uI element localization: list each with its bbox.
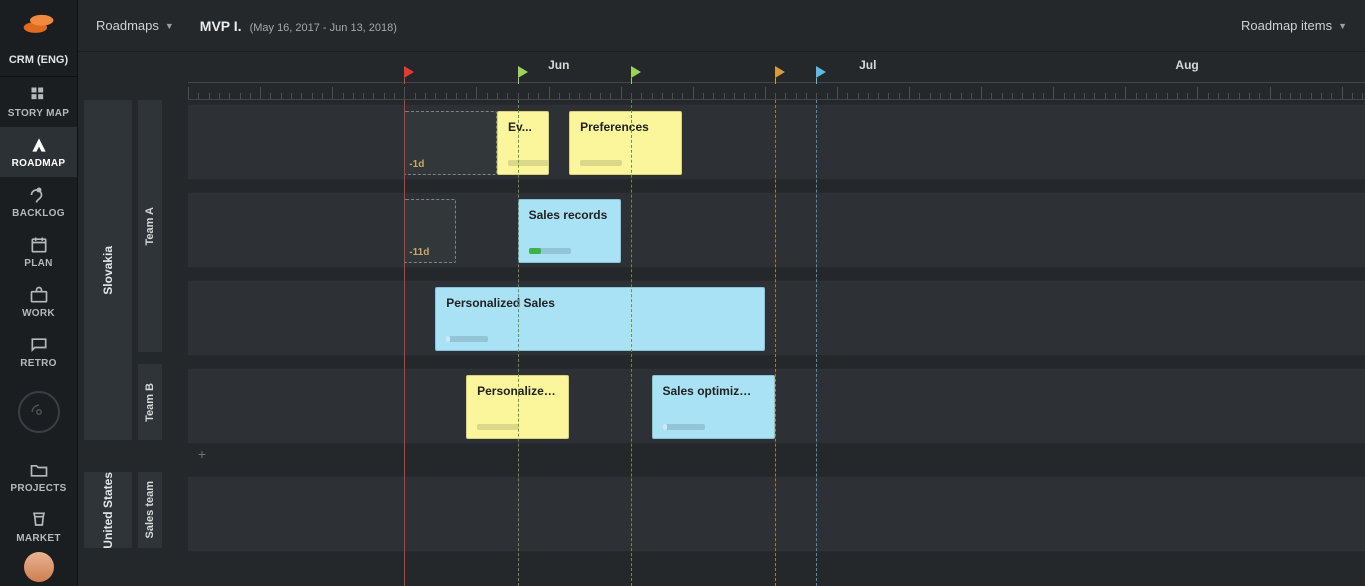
nav-label: PLAN [24,258,52,269]
roadmap-items-dropdown[interactable]: Roadmap items ▼ [1241,18,1347,33]
roadmap-card[interactable]: Preferences [569,111,682,175]
backlog-icon [29,186,49,204]
timeline-ruler [188,82,1365,100]
ghost-offset-label: -1d [409,159,424,170]
month-label: Aug [1175,58,1198,72]
card-title: Ev... [508,120,538,134]
team-label[interactable]: Sales team [138,472,162,548]
content: SlovakiaTeam A Team B United StatesSales t… [78,52,1365,586]
roadmap-card[interactable]: Personalized … [466,375,569,439]
swimlane-labels: SlovakiaTeam A Team B United StatesSales t… [78,52,188,586]
roadmaps-dropdown[interactable]: Roadmaps ▼ [96,18,174,33]
nav-label: MARKET [16,533,61,544]
storymap-icon [29,86,49,104]
card-title: Personalized … [477,384,558,398]
epic-label[interactable]: United States [84,472,132,548]
chevron-down-icon: ▼ [165,21,174,31]
card-title: Personalized Sales [446,296,754,310]
timeline-row[interactable]: -11d Sales records [188,192,1365,268]
nav-label: BACKLOG [12,208,65,219]
roadmap-name: MVP I. [200,18,242,34]
roadmap-card[interactable]: Sales records [518,199,621,263]
timeline[interactable]: MayJunJulAug -1dEv...Preferences-11dSale… [188,52,1365,586]
progress-bar [663,424,705,430]
roadmap-date-range: (May 16, 2017 - Jun 13, 2018) [250,22,397,34]
app-logo[interactable] [0,0,77,46]
timeline-row[interactable]: -1d Ev... Preferences [188,104,1365,180]
roadmap-card[interactable]: Ev... [497,111,549,175]
sidebar-round-button[interactable] [18,391,60,433]
progress-bar [529,248,571,254]
nav-roadmap[interactable]: ROADMAP [0,127,77,177]
timeline-row[interactable]: Personalized Sales [188,280,1365,356]
ghost-card[interactable]: -1d [404,111,497,175]
card-title: Preferences [580,120,671,134]
roadmap-items-label: Roadmap items [1241,18,1332,33]
roadmap-icon [29,136,49,154]
work-icon [29,286,49,304]
topbar: Roadmaps ▼ MVP I. (May 16, 2017 - Jun 13… [78,0,1365,52]
market-icon [29,511,49,529]
project-label[interactable]: CRM (ENG) [0,46,77,77]
plan-icon [29,236,49,254]
team-label[interactable]: Team A [138,100,162,352]
nav-retro[interactable]: RETRO [0,327,77,377]
projects-icon [29,461,49,479]
main: Roadmaps ▼ MVP I. (May 16, 2017 - Jun 13… [78,0,1365,586]
progress-bar [580,160,622,166]
timeline-row[interactable] [188,476,1365,552]
card-title: Sales records [529,208,610,222]
nav-backlog[interactable]: BACKLOG [0,177,77,227]
epic-label[interactable]: Slovakia [84,100,132,440]
sidebar: CRM (ENG) STORY MAP ROADMAP BACKLOG PLAN WOR… [0,0,78,586]
nav-work[interactable]: WORK [0,277,77,327]
progress-bar [477,424,519,430]
timeline-row[interactable]: Personalized … Sales optimiz… [188,368,1365,444]
roadmaps-label: Roadmaps [96,18,159,33]
roadmap-title[interactable]: MVP I. (May 16, 2017 - Jun 13, 2018) [200,18,397,34]
nav-projects[interactable]: PROJECTS [0,452,77,502]
month-label: Jul [859,58,876,72]
timeline-header: MayJunJulAug [188,52,1365,100]
epic-block: United StatesSales team [78,472,188,548]
user-avatar[interactable] [24,552,54,582]
nav-label: STORY MAP [8,108,69,119]
roadmap-card[interactable]: Sales optimiz… [652,375,776,439]
team-label[interactable]: Team B [138,364,162,440]
add-row-button[interactable]: + [192,444,212,464]
ghost-offset-label: -11d [409,247,429,258]
nav-storymap[interactable]: STORY MAP [0,77,77,127]
card-title: Sales optimiz… [663,384,765,398]
nav-label: ROADMAP [12,158,66,169]
roadmap-card[interactable]: Personalized Sales [435,287,765,351]
chevron-down-icon: ▼ [1338,21,1347,31]
ghost-card[interactable]: -11d [404,199,456,263]
progress-bar [508,160,549,166]
nav-label: RETRO [20,358,57,369]
month-label: Jun [548,58,569,72]
nav-plan[interactable]: PLAN [0,227,77,277]
progress-bar [446,336,488,342]
nav-market[interactable]: MARKET [0,502,77,552]
epic-block: SlovakiaTeam A Team B [78,100,188,440]
retro-icon [29,336,49,354]
nav-label: PROJECTS [10,483,66,494]
nav-label: WORK [22,308,55,319]
